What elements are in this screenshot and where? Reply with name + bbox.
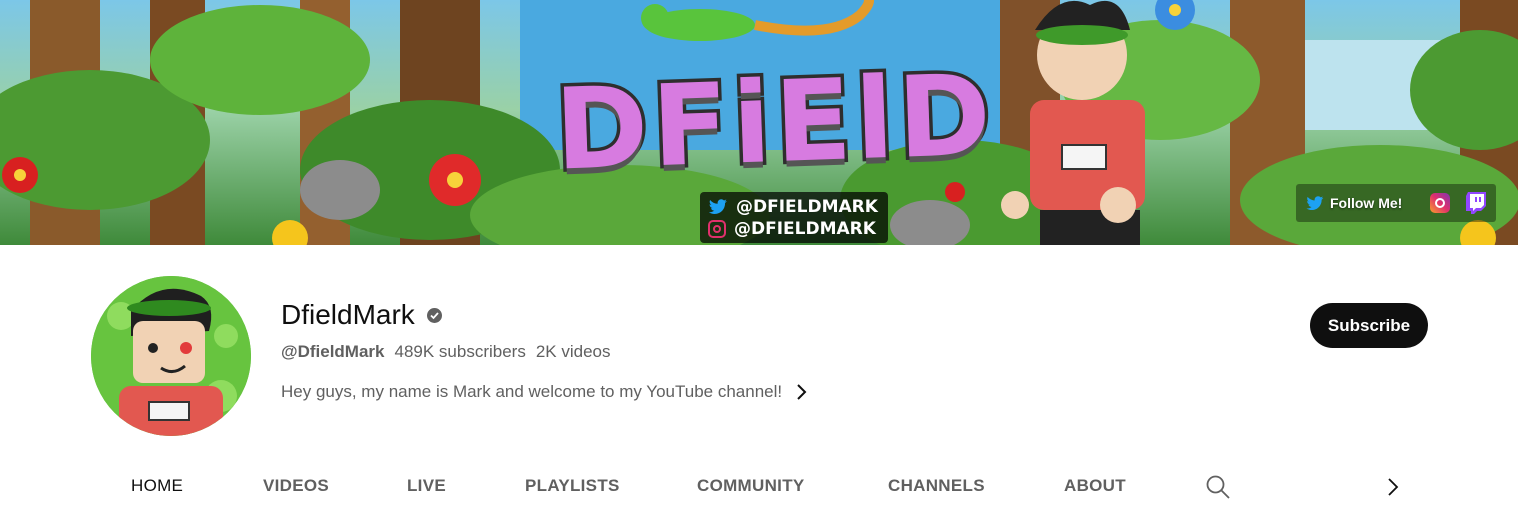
- channel-avatar[interactable]: [91, 276, 251, 436]
- channel-tabs: HOME VIDEOS LIVE PLAYLISTS COMMUNITY CHA…: [0, 460, 1522, 512]
- instagram-icon: [708, 220, 726, 238]
- tab-live[interactable]: LIVE: [407, 476, 446, 496]
- instagram-icon[interactable]: [1430, 193, 1450, 213]
- banner-social-handles: @DFIELDMARK @DFIELDMARK: [700, 192, 888, 243]
- channel-banner: DFiElD @DFIELDMARK @DFIELDMARK Follow Me…: [0, 0, 1518, 245]
- channel-description[interactable]: Hey guys, my name is Mark and welcome to…: [281, 381, 808, 403]
- tab-playlists[interactable]: PLAYLISTS: [525, 476, 620, 496]
- channel-description-text: Hey guys, my name is Mark and welcome to…: [281, 382, 783, 401]
- tab-channels[interactable]: CHANNELS: [888, 476, 985, 496]
- tab-about[interactable]: ABOUT: [1064, 476, 1126, 496]
- channel-handle: @DfieldMark: [281, 342, 385, 361]
- tab-videos[interactable]: VIDEOS: [263, 476, 329, 496]
- chevron-right-icon: [797, 384, 807, 400]
- verified-check-icon: [426, 307, 442, 323]
- video-count: 2K videos: [535, 342, 611, 361]
- banner-twitter-handle: @DFIELDMARK: [736, 197, 878, 217]
- banner-logo-text: DFiElD: [550, 47, 1001, 199]
- channel-name: DfieldMark: [281, 299, 415, 330]
- banner-instagram-row: @DFIELDMARK: [708, 218, 878, 240]
- subscribe-button[interactable]: Subscribe: [1310, 303, 1428, 348]
- banner-logo: DFiElD: [550, 47, 1001, 199]
- channel-title: DfieldMark: [281, 297, 442, 333]
- follow-me-link[interactable]: Follow Me!: [1296, 195, 1402, 211]
- banner-twitter-row: @DFIELDMARK: [708, 196, 878, 218]
- channel-meta: @DfieldMark 489K subscribers 2K videos: [281, 342, 611, 362]
- avatar-image: [91, 276, 251, 436]
- search-icon[interactable]: [1205, 474, 1231, 500]
- tab-community[interactable]: COMMUNITY: [697, 476, 805, 496]
- twitter-icon: [1306, 195, 1324, 210]
- follow-me-label: Follow Me!: [1330, 195, 1403, 211]
- twitch-icon[interactable]: [1466, 192, 1486, 214]
- tab-home[interactable]: HOME: [131, 476, 183, 496]
- subscriber-count: 489K subscribers: [394, 342, 526, 361]
- banner-instagram-handle: @DFIELDMARK: [734, 219, 876, 239]
- chevron-right-icon[interactable]: [1384, 476, 1402, 498]
- twitter-icon: [708, 199, 727, 214]
